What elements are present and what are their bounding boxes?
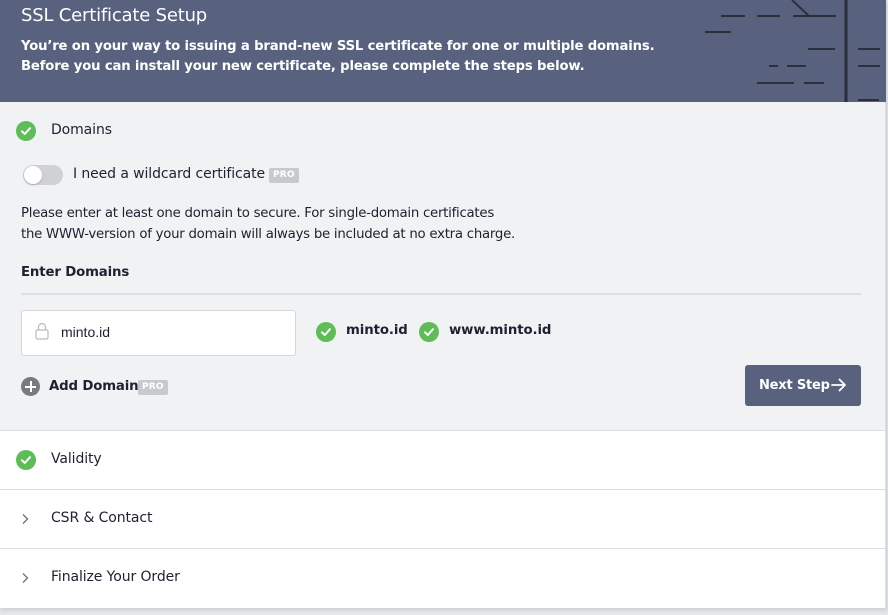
chevron-right-icon [22, 514, 29, 524]
check-circle-icon [16, 450, 36, 470]
step-title: Validity [51, 451, 102, 467]
toggle-knob [24, 166, 42, 184]
enter-domains-label: Enter Domains [21, 265, 130, 280]
pro-badge: PRO [269, 168, 299, 183]
validated-domain-name: minto.id [346, 323, 408, 338]
step-title: CSR & Contact [51, 510, 153, 526]
check-circle-icon [16, 121, 36, 141]
pro-badge: PRO [138, 380, 168, 395]
domain-info-text: Please enter at least one domain to secu… [21, 204, 515, 245]
step-title: Finalize Your Order [51, 569, 180, 585]
wildcard-toggle-label[interactable]: I need a wildcard certificate [73, 166, 265, 182]
page-description: You’re on your way to issuing a brand-ne… [21, 37, 655, 77]
info-line-1: Please enter at least one domain to secu… [21, 206, 494, 221]
wildcard-toggle[interactable] [23, 165, 63, 185]
page-header: SSL Certificate Setup You’re on your way… [0, 0, 886, 102]
validated-domain-name: www.minto.id [449, 323, 552, 338]
description-line-1: You’re on your way to issuing a brand-ne… [21, 39, 655, 54]
lock-icon [35, 322, 49, 340]
plus-circle-icon [21, 377, 40, 396]
chevron-right-icon [22, 573, 29, 583]
description-line-2: Before you can install your new certific… [21, 59, 585, 74]
domain-input-field[interactable] [21, 310, 296, 356]
step-row-validity[interactable]: Validity [0, 431, 885, 490]
add-domain-label: Add Domain [49, 379, 139, 394]
decorative-lines-graphic [705, 0, 880, 102]
page-title: SSL Certificate Setup [21, 5, 208, 26]
step-title-domains[interactable]: Domains [51, 122, 112, 138]
check-circle-icon [419, 322, 439, 342]
info-line-2: the WWW-version of your domain will alwa… [21, 226, 515, 242]
step-row-finalize-order[interactable]: Finalize Your Order [0, 549, 885, 608]
ssl-setup-card: SSL Certificate Setup You’re on your way… [0, 0, 886, 608]
arrow-right-icon [831, 378, 846, 392]
next-step-label: Next Step [759, 378, 830, 393]
step-row-csr-contact[interactable]: CSR & Contact [0, 490, 885, 549]
add-domain-button[interactable]: Add Domain [21, 377, 141, 397]
check-circle-icon [316, 322, 336, 342]
divider [21, 293, 861, 295]
validated-domain: minto.id [316, 321, 408, 343]
next-step-button[interactable]: Next Step [745, 365, 861, 406]
domain-input[interactable] [61, 322, 281, 342]
validated-domain: www.minto.id [419, 321, 552, 343]
